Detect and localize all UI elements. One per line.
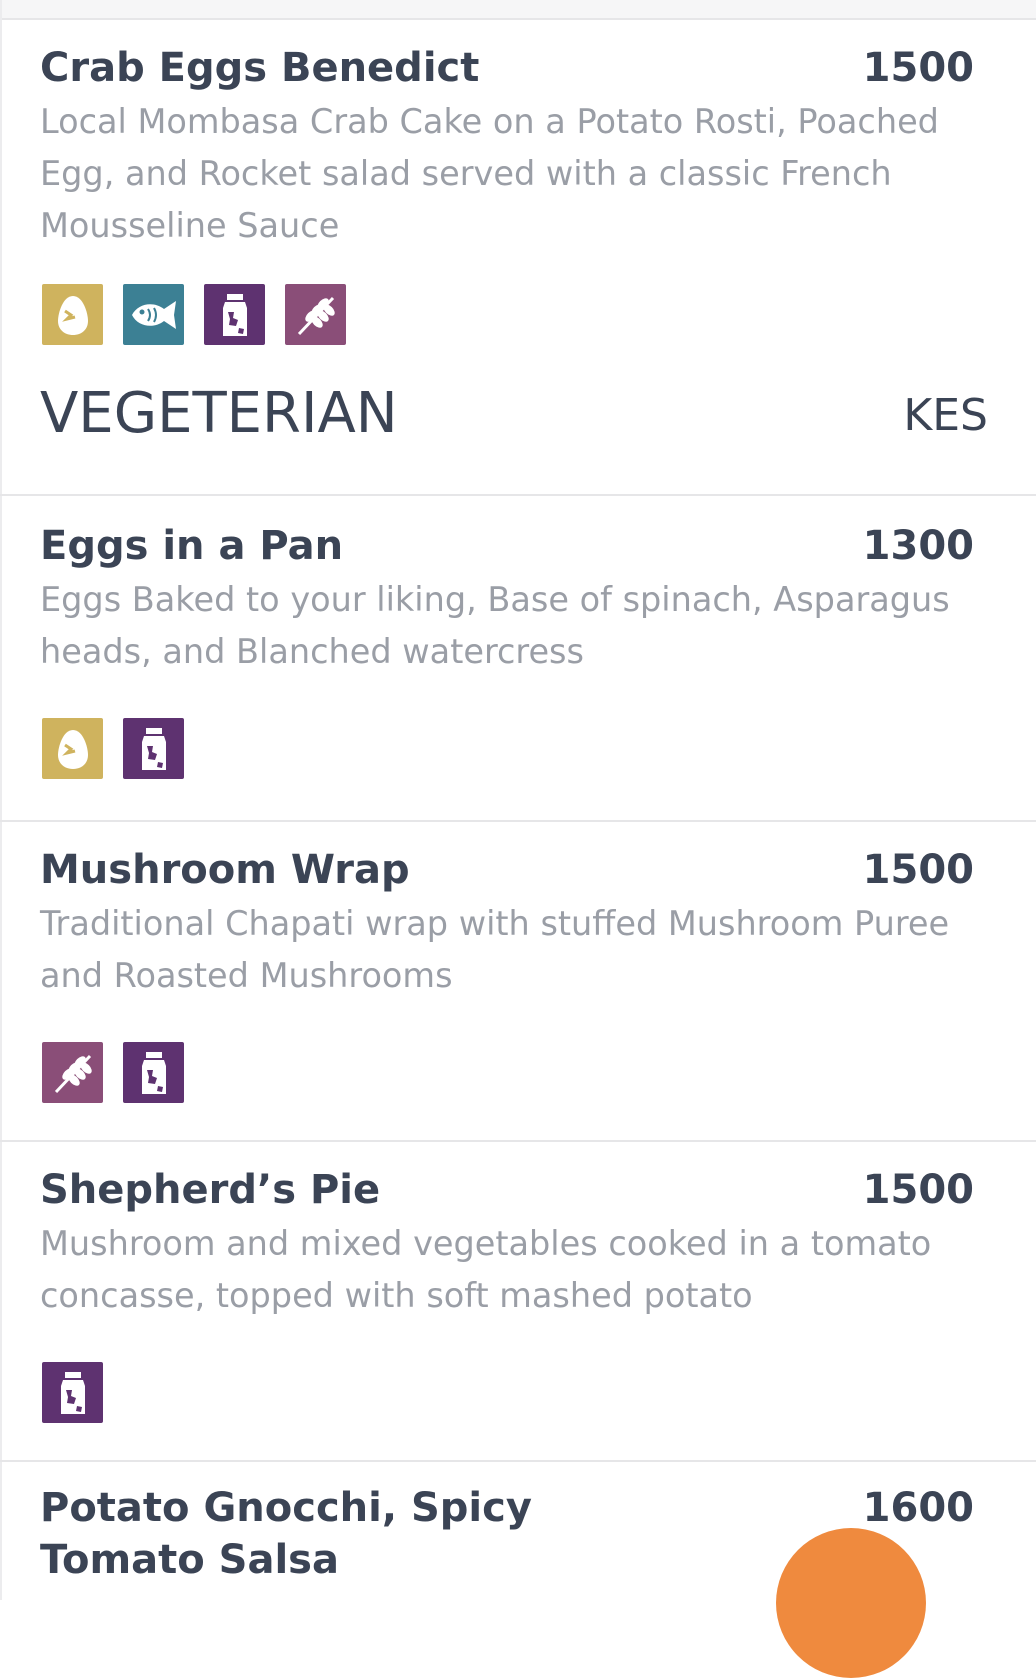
- menu-item-card[interactable]: Shepherd’s Pie 1500 Mushroom and mixed v…: [0, 1142, 1036, 1462]
- floating-action-button[interactable]: [776, 1528, 926, 1678]
- item-name: Potato Gnocchi, Spicy Tomato Salsa: [40, 1485, 532, 1583]
- item-price: 1300: [862, 523, 974, 569]
- top-divider: [0, 0, 1036, 20]
- dairy-icon: [204, 284, 265, 345]
- section-currency: KES: [903, 390, 988, 441]
- item-name: Eggs in a Pan: [40, 523, 344, 569]
- item-name: Crab Eggs Benedict: [40, 45, 480, 91]
- dairy-icon: [123, 718, 184, 779]
- allergen-icons: [42, 718, 184, 779]
- egg-icon: [42, 718, 103, 779]
- menu-item-card[interactable]: Eggs in a Pan 1300 Eggs Baked to your li…: [0, 498, 1036, 822]
- item-price: 1600: [862, 1485, 974, 1531]
- item-name: Shepherd’s Pie: [40, 1167, 381, 1213]
- gluten-icon: [285, 284, 346, 345]
- item-price: 1500: [862, 847, 974, 893]
- dairy-icon: [123, 1042, 184, 1103]
- fish-icon: [123, 284, 184, 345]
- item-price: 1500: [862, 45, 974, 91]
- allergen-icons: [42, 284, 346, 345]
- section-title: VEGETERIAN: [40, 381, 398, 446]
- menu-item-card[interactable]: Mushroom Wrap 1500 Traditional Chapati w…: [0, 822, 1036, 1142]
- item-description: Eggs Baked to your liking, Base of spina…: [40, 580, 950, 671]
- egg-icon: [42, 284, 103, 345]
- item-description: Local Mombasa Crab Cake on a Potato Rost…: [40, 102, 939, 245]
- allergen-icons: [42, 1362, 103, 1423]
- allergen-icons: [42, 1042, 184, 1103]
- item-description: Traditional Chapati wrap with stuffed Mu…: [40, 904, 950, 995]
- item-description: Mushroom and mixed vegetables cooked in …: [40, 1224, 932, 1315]
- item-name: Mushroom Wrap: [40, 847, 410, 893]
- gluten-icon: [42, 1042, 103, 1103]
- dairy-icon: [42, 1362, 103, 1423]
- item-price: 1500: [862, 1167, 974, 1213]
